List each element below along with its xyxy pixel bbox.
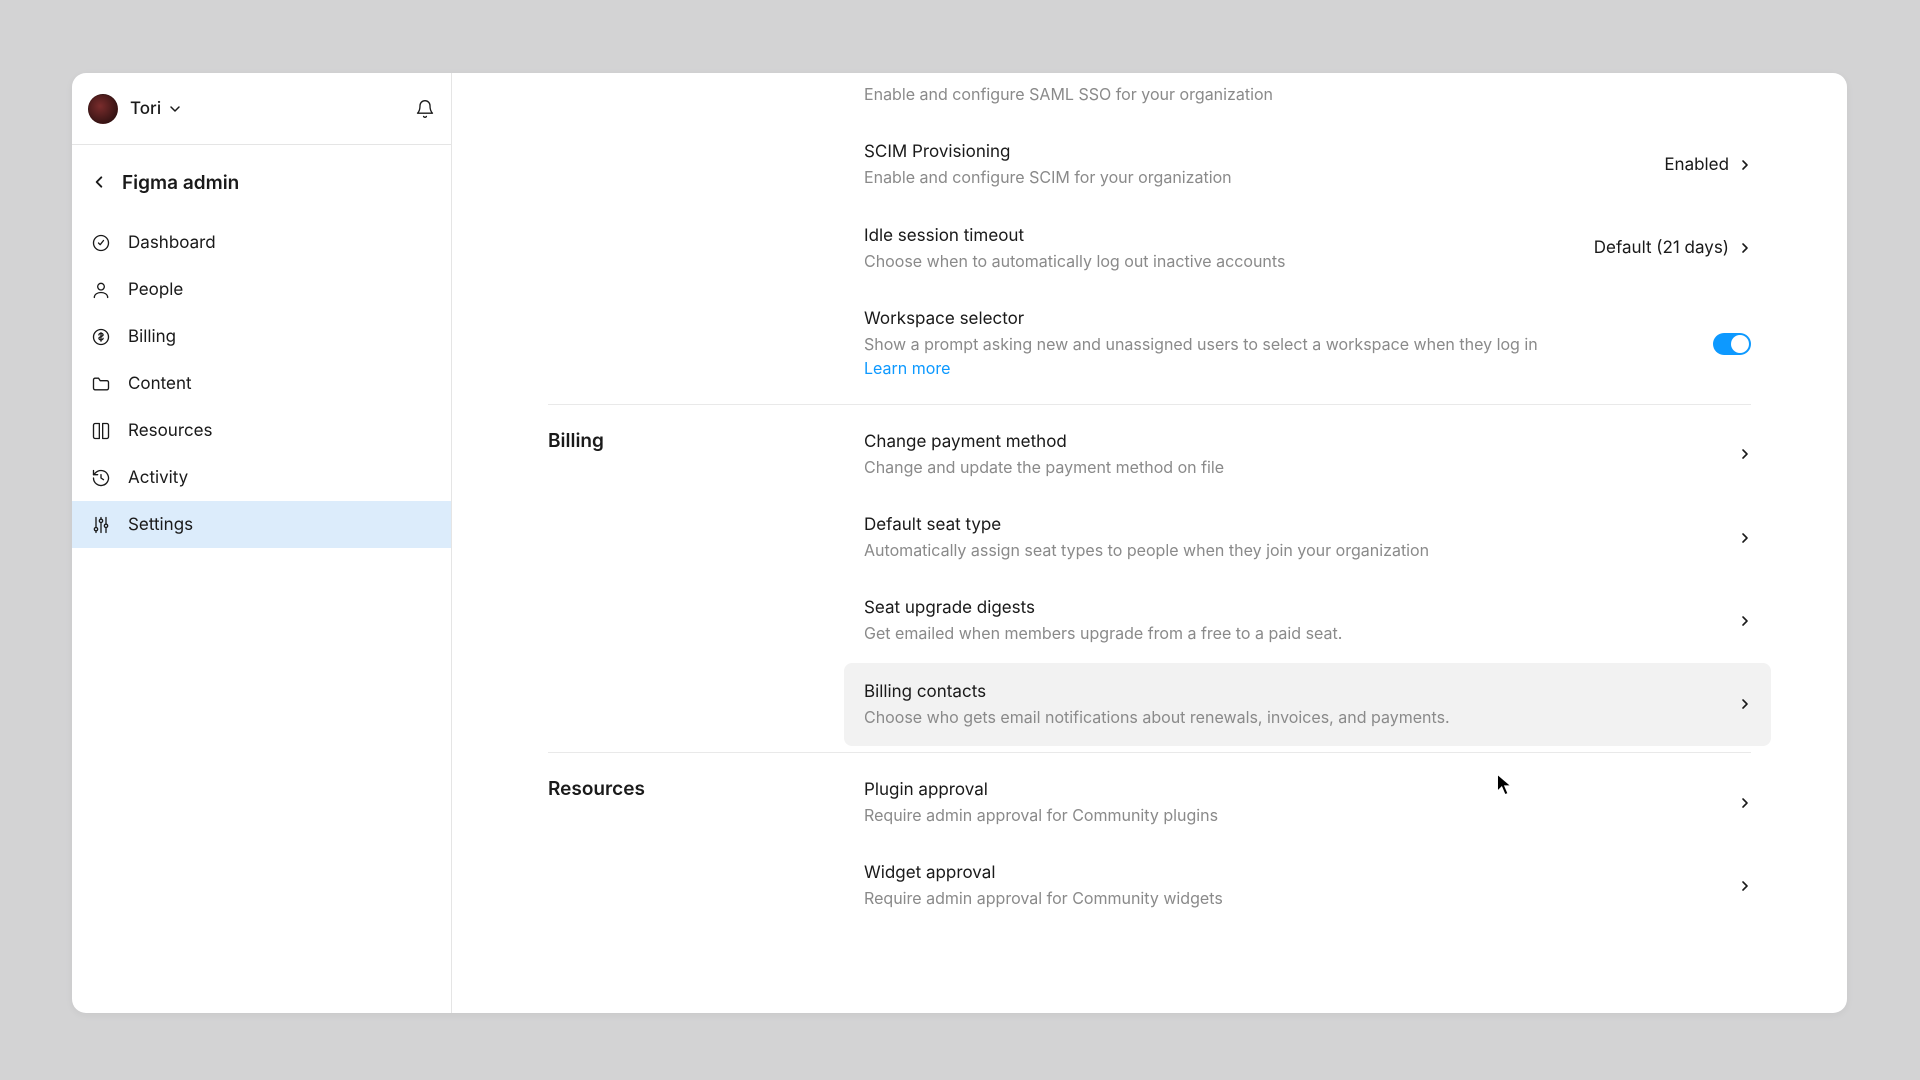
setting-status: Default (21 days) — [1594, 238, 1751, 258]
setting-row-billing-contacts[interactable]: Billing contacts Choose who gets email n… — [844, 663, 1771, 746]
sliders-icon — [90, 514, 112, 536]
section-title-resources: Resources — [548, 777, 864, 800]
status-text: Enabled — [1664, 155, 1729, 175]
settings-scroll[interactable]: Enable and configure SAML SSO for your o… — [452, 73, 1847, 1013]
setting-title: SCIM Provisioning — [864, 141, 1664, 164]
setting-desc: Enable and configure SAML SSO for your o… — [864, 83, 1751, 105]
setting-desc: Enable and configure SCIM for your organ… — [864, 166, 1664, 188]
setting-title: Workspace selector — [864, 308, 1713, 331]
person-icon — [90, 279, 112, 301]
setting-title: Billing contacts — [864, 681, 1739, 704]
back-button[interactable] — [84, 167, 114, 197]
setting-title: Default seat type — [864, 514, 1739, 537]
chevron-right-icon — [1739, 158, 1751, 172]
setting-title: Seat upgrade digests — [864, 597, 1739, 620]
book-icon — [90, 420, 112, 442]
sidebar-item-label: Billing — [128, 327, 176, 347]
sidebar-item-settings[interactable]: Settings — [72, 501, 451, 548]
sidebar-item-label: Settings — [128, 515, 193, 535]
sidebar-item-label: Activity — [128, 468, 188, 488]
setting-status: Enabled — [1664, 155, 1751, 175]
setting-row-workspace-selector[interactable]: Workspace selector Show a prompt asking … — [844, 290, 1771, 398]
chevron-right-icon — [1739, 241, 1751, 255]
setting-desc: Require admin approval for Community plu… — [864, 804, 1739, 826]
setting-row-widget-approval[interactable]: Widget approval Require admin approval f… — [844, 844, 1771, 927]
setting-row-plugin-approval[interactable]: Plugin approval Require admin approval f… — [844, 775, 1771, 844]
setting-row-scim[interactable]: SCIM Provisioning Enable and configure S… — [844, 123, 1771, 206]
history-icon — [90, 467, 112, 489]
setting-desc: Require admin approval for Community wid… — [864, 887, 1739, 909]
setting-row-default-seat-type[interactable]: Default seat type Automatically assign s… — [844, 496, 1771, 579]
setting-desc: Choose who gets email notifications abou… — [864, 706, 1739, 728]
setting-row-saml[interactable]: Enable and configure SAML SSO for your o… — [844, 81, 1771, 123]
setting-title: Idle session timeout — [864, 225, 1594, 248]
chevron-right-icon — [1739, 879, 1751, 893]
nav-back-row: Figma admin — [72, 145, 451, 219]
sidebar-item-label: Resources — [128, 421, 213, 441]
setting-desc: Change and update the payment method on … — [864, 456, 1739, 478]
sidebar-item-label: People — [128, 280, 183, 300]
sidebar-item-dashboard[interactable]: Dashboard — [72, 219, 451, 266]
bell-icon[interactable] — [415, 99, 435, 119]
setting-row-change-payment[interactable]: Change payment method Change and update … — [844, 427, 1771, 496]
section-billing: Billing Change payment method Change and… — [548, 404, 1751, 746]
sidebar-item-label: Content — [128, 374, 192, 394]
nav-list: Dashboard People Billing Content — [72, 219, 451, 548]
chevron-down-icon[interactable] — [169, 103, 181, 115]
setting-desc: Get emailed when members upgrade from a … — [864, 622, 1739, 644]
learn-more-link[interactable]: Learn more — [864, 357, 950, 379]
chevron-right-icon — [1739, 697, 1751, 711]
setting-desc: Automatically assign seat types to peopl… — [864, 539, 1739, 561]
setting-row-idle-timeout[interactable]: Idle session timeout Choose when to auto… — [844, 207, 1771, 290]
status-text: Default (21 days) — [1594, 238, 1729, 258]
sidebar: Tori Figma admin Dashboard — [72, 73, 452, 1013]
setting-desc: Choose when to automatically log out ina… — [864, 250, 1594, 272]
setting-row-seat-digests[interactable]: Seat upgrade digests Get emailed when me… — [844, 579, 1771, 662]
dashboard-icon — [90, 232, 112, 254]
setting-title: Change payment method — [864, 431, 1739, 454]
user-name[interactable]: Tori — [130, 99, 161, 119]
section-resources: Resources Plugin approval Require admin … — [548, 752, 1751, 928]
setting-desc: Show a prompt asking new and unassigned … — [864, 333, 1713, 355]
sidebar-item-people[interactable]: People — [72, 266, 451, 313]
sidebar-item-label: Dashboard — [128, 233, 216, 253]
workspace-selector-toggle[interactable] — [1713, 333, 1751, 355]
chevron-left-icon — [92, 175, 106, 189]
app-window: Tori Figma admin Dashboard — [72, 73, 1847, 1013]
setting-title: Plugin approval — [864, 779, 1739, 802]
dollar-icon — [90, 326, 112, 348]
sidebar-item-resources[interactable]: Resources — [72, 407, 451, 454]
chevron-right-icon — [1739, 531, 1751, 545]
main-content: Enable and configure SAML SSO for your o… — [452, 73, 1847, 1013]
avatar[interactable] — [88, 94, 118, 124]
sidebar-item-content[interactable]: Content — [72, 360, 451, 407]
chevron-right-icon — [1739, 796, 1751, 810]
section-login: Enable and configure SAML SSO for your o… — [548, 73, 1751, 398]
sidebar-item-billing[interactable]: Billing — [72, 313, 451, 360]
folder-icon — [90, 373, 112, 395]
setting-title: Widget approval — [864, 862, 1739, 885]
sidebar-header: Tori — [72, 73, 451, 145]
section-title-billing: Billing — [548, 429, 864, 452]
chevron-right-icon — [1739, 614, 1751, 628]
chevron-right-icon — [1739, 447, 1751, 461]
sidebar-item-activity[interactable]: Activity — [72, 454, 451, 501]
admin-title: Figma admin — [122, 171, 239, 194]
